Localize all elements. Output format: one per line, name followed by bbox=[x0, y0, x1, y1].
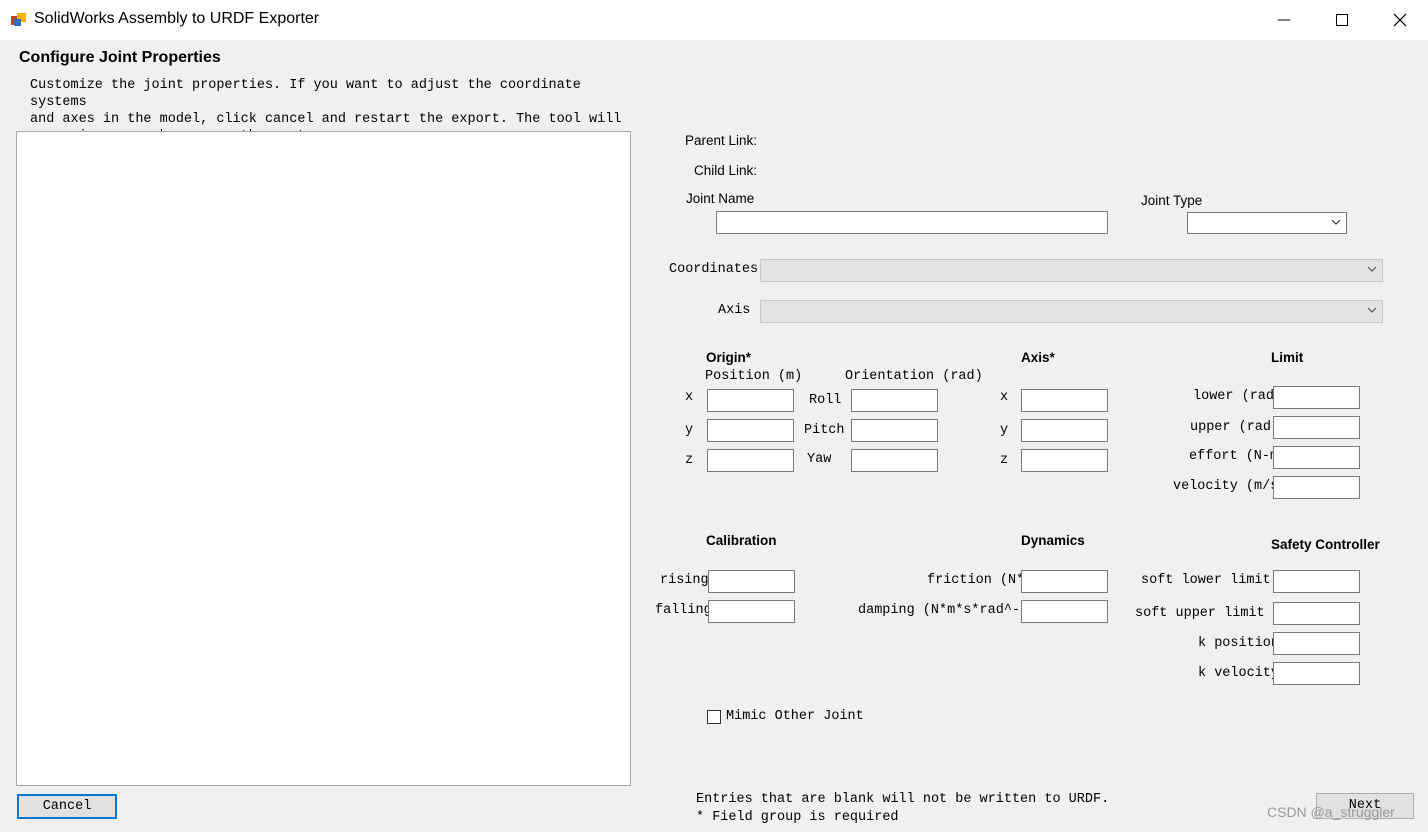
chevron-down-icon bbox=[1331, 219, 1341, 225]
footer-note-blank: Entries that are blank will not be writt… bbox=[696, 792, 1110, 807]
watermark: CSDN @a_struggler bbox=[1267, 804, 1395, 820]
window-title: SolidWorks Assembly to URDF Exporter bbox=[34, 10, 320, 27]
chevron-down-icon bbox=[1367, 307, 1377, 313]
coordinates-dropdown[interactable] bbox=[760, 259, 1383, 282]
title-bar: SolidWorks Assembly to URDF Exporter bbox=[0, 0, 1428, 40]
minimize-icon bbox=[1278, 19, 1290, 21]
joint-type-dropdown[interactable] bbox=[1187, 212, 1347, 234]
parent-link-label: Parent Link: bbox=[685, 133, 758, 148]
chevron-down-icon bbox=[1367, 266, 1377, 272]
coordinates-label: Coordinates bbox=[669, 262, 759, 277]
axis-z-label: z bbox=[1000, 453, 1009, 468]
limit-group-title: Limit bbox=[1271, 350, 1304, 365]
position-label: Position (m) bbox=[705, 369, 803, 384]
roll-input[interactable] bbox=[851, 389, 938, 412]
minimize-button[interactable] bbox=[1262, 6, 1306, 34]
limit-effort-label: effort (N-m) bbox=[1189, 449, 1273, 464]
orientation-label: Orientation (rad) bbox=[845, 369, 983, 384]
safety-group-title: Safety Controller bbox=[1271, 537, 1380, 552]
pitch-input[interactable] bbox=[851, 419, 938, 442]
friction-label: friction (N*m) bbox=[927, 573, 1021, 588]
limit-effort-input[interactable] bbox=[1273, 446, 1360, 469]
joint-type-label: Joint Type bbox=[1141, 193, 1203, 208]
origin-x-label: x bbox=[685, 390, 694, 405]
axis-y-input[interactable] bbox=[1021, 419, 1108, 442]
falling-label: falling bbox=[655, 603, 708, 618]
axis-dropdown[interactable] bbox=[760, 300, 1383, 323]
k-velocity-input[interactable] bbox=[1273, 662, 1360, 685]
soft-upper-label: soft upper limit bbox=[1135, 606, 1265, 621]
damping-input[interactable] bbox=[1021, 600, 1108, 623]
joint-name-label: Joint Name bbox=[686, 191, 755, 206]
axis-x-input[interactable] bbox=[1021, 389, 1108, 412]
limit-lower-input[interactable] bbox=[1273, 386, 1360, 409]
child-link-label: Child Link: bbox=[694, 163, 758, 178]
close-button[interactable] bbox=[1378, 6, 1422, 34]
page-title: Configure Joint Properties bbox=[19, 49, 221, 66]
limit-velocity-input[interactable] bbox=[1273, 476, 1360, 499]
origin-z-input[interactable] bbox=[707, 449, 794, 472]
dynamics-group-title: Dynamics bbox=[1021, 533, 1085, 548]
rising-input[interactable] bbox=[708, 570, 795, 593]
joint-tree-view[interactable] bbox=[16, 131, 631, 786]
mimic-checkbox[interactable] bbox=[707, 710, 721, 724]
axis-y-label: y bbox=[1000, 423, 1009, 438]
rising-label: rising bbox=[660, 573, 708, 588]
pitch-label: Pitch bbox=[804, 423, 845, 438]
calibration-group-title: Calibration bbox=[706, 533, 777, 548]
origin-z-label: z bbox=[685, 453, 694, 468]
axis-x-label: x bbox=[1000, 390, 1009, 405]
soft-lower-input[interactable] bbox=[1273, 570, 1360, 593]
maximize-icon bbox=[1336, 14, 1348, 26]
friction-input[interactable] bbox=[1021, 570, 1108, 593]
limit-velocity-label: velocity (m/s) bbox=[1173, 479, 1273, 494]
close-icon bbox=[1393, 13, 1407, 27]
joint-name-input[interactable] bbox=[716, 211, 1108, 234]
roll-label: Roll bbox=[809, 393, 842, 408]
axis-z-input[interactable] bbox=[1021, 449, 1108, 472]
limit-upper-input[interactable] bbox=[1273, 416, 1360, 439]
mimic-label[interactable]: Mimic Other Joint bbox=[726, 709, 864, 724]
cancel-button[interactable]: Cancel bbox=[17, 794, 117, 819]
origin-group-title: Origin* bbox=[706, 350, 752, 365]
axis-label: Axis bbox=[718, 303, 751, 318]
k-position-input[interactable] bbox=[1273, 632, 1360, 655]
limit-lower-label: lower (rad) bbox=[1193, 389, 1273, 404]
yaw-label: Yaw bbox=[807, 452, 832, 467]
yaw-input[interactable] bbox=[851, 449, 938, 472]
damping-label: damping (N*m*s*rad^-1) bbox=[858, 603, 1021, 618]
origin-x-input[interactable] bbox=[707, 389, 794, 412]
k-position-label: k position bbox=[1198, 636, 1273, 651]
soft-lower-label: soft lower limit bbox=[1141, 573, 1271, 588]
app-icon bbox=[11, 13, 26, 26]
origin-y-input[interactable] bbox=[707, 419, 794, 442]
limit-upper-label: upper (rad) bbox=[1190, 420, 1273, 435]
k-velocity-label: k velocity bbox=[1198, 666, 1273, 681]
soft-upper-input[interactable] bbox=[1273, 602, 1360, 625]
falling-input[interactable] bbox=[708, 600, 795, 623]
origin-y-label: y bbox=[685, 423, 694, 438]
maximize-button[interactable] bbox=[1320, 6, 1364, 34]
footer-note-required: * Field group is required bbox=[696, 810, 899, 825]
axis-group-title: Axis* bbox=[1021, 350, 1055, 365]
